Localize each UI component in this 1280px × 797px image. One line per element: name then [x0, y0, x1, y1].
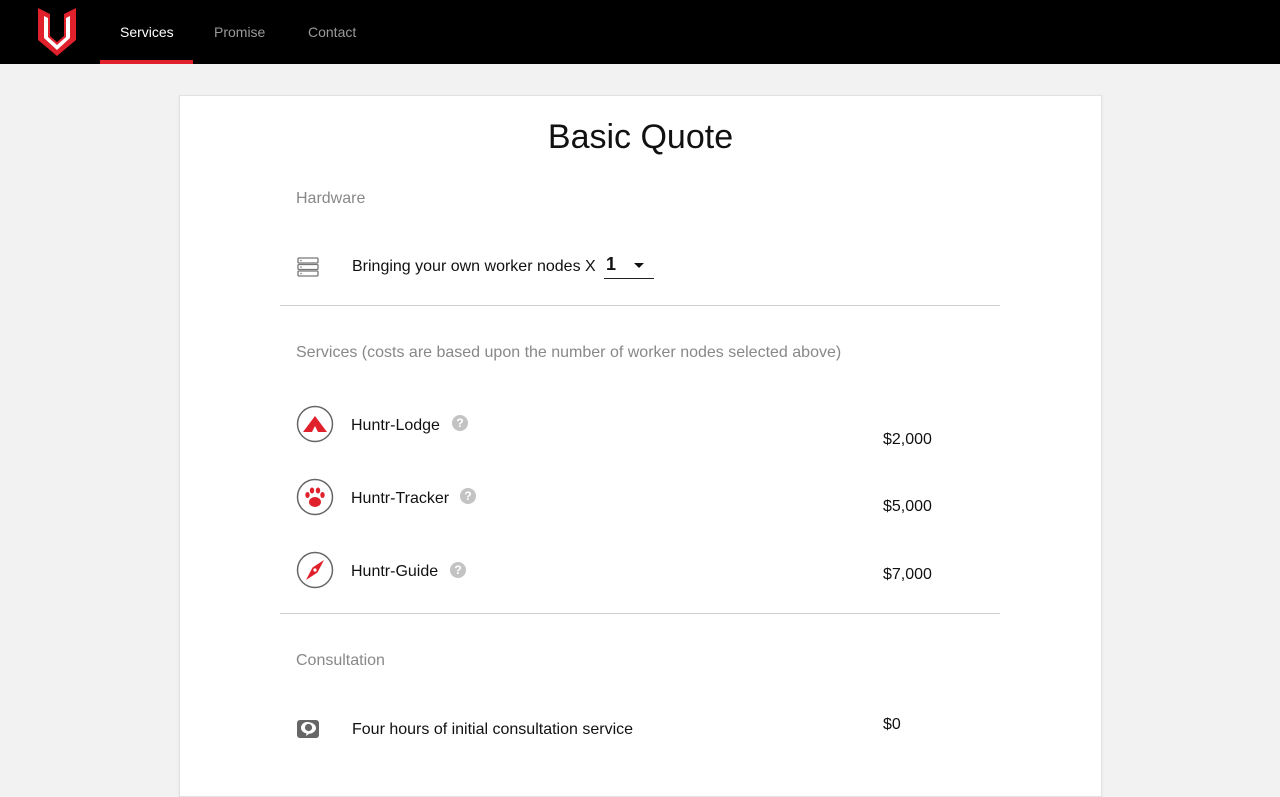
help-icon[interactable]: ?	[452, 415, 468, 431]
hardware-section-label: Hardware	[296, 190, 366, 207]
worker-nodes-label: Bringing your own worker nodes X	[352, 258, 596, 275]
worker-nodes-select[interactable]: 1	[604, 254, 654, 279]
hardware-divider	[280, 305, 1000, 306]
help-icon[interactable]: ?	[450, 562, 466, 578]
active-tab-indicator	[100, 60, 193, 64]
service-price-tracker: $5,000	[883, 498, 932, 515]
nav-tab-contact[interactable]: Contact	[308, 0, 356, 64]
chat-bubble-icon	[297, 720, 319, 738]
nav-tab-services[interactable]: Services	[120, 0, 174, 64]
page-title: Basic Quote	[547, 118, 734, 156]
server-icon	[297, 257, 319, 277]
quote-card: Basic Quote Hardware Bringing your own w…	[179, 95, 1102, 797]
nav-tab-promise[interactable]: Promise	[214, 0, 265, 64]
service-price-guide: $7,000	[883, 566, 932, 583]
compass-icon	[296, 551, 334, 589]
consultation-section-label: Consultation	[296, 652, 385, 669]
services-section-label: Services (costs are based upon the numbe…	[296, 344, 842, 361]
service-name-tracker: Huntr-Tracker	[351, 490, 450, 507]
help-icon[interactable]: ?	[460, 488, 476, 504]
service-name-guide: Huntr-Guide	[351, 563, 439, 580]
chevron-down-icon	[634, 263, 644, 268]
tent-icon	[296, 405, 334, 443]
consultation-text: Four hours of initial consultation servi…	[352, 721, 634, 738]
brand-logo-icon[interactable]	[36, 6, 78, 58]
service-name-lodge: Huntr-Lodge	[351, 417, 440, 434]
paw-print-icon	[296, 478, 334, 516]
service-price-lodge: $2,000	[883, 431, 932, 448]
worker-nodes-value: 1	[606, 254, 617, 274]
top-navbar: Services Promise Contact	[0, 0, 1280, 64]
consultation-price: $0	[883, 716, 901, 733]
services-divider	[280, 613, 1000, 614]
